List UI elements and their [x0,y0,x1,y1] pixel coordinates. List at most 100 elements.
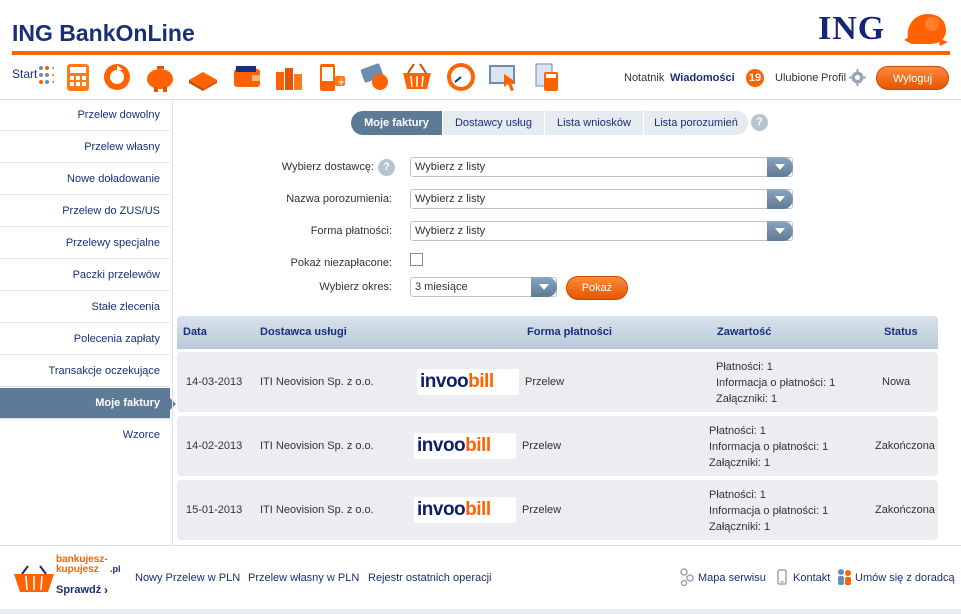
mobile-recharge-icon[interactable]: + [314,60,348,94]
footer-link-new-transfer[interactable]: Nowy Przelew w PLN [135,572,240,584]
sidebar-item-przelewy-specjalne[interactable]: Przelewy specjalne [0,228,170,259]
promo-domain: .pl [110,564,121,574]
row-content: Płatności: 1 Informacja o płatności: 1 Z… [709,487,828,535]
logo-part-invoo: invoo [417,435,466,456]
sidebar-item-transakcje-oczekujace[interactable]: Transakcje oczekujące [0,356,170,387]
book-icon[interactable] [186,60,220,94]
sidebar-item-wzorce[interactable]: Wzorce [0,420,170,451]
ing-logo[interactable]: ING [818,10,885,48]
row-provider: ITI Neovision Sp. z o.o. [260,440,374,452]
promo-line-2: kupujesz [56,564,99,575]
sidebar-item-moje-faktury[interactable]: Moje faktury [0,388,176,419]
column-header-status[interactable]: Status [884,326,918,338]
shopping-basket-icon[interactable] [400,60,434,94]
row-payments-count: Płatności: 1 [709,425,766,437]
column-header-provider[interactable]: Dostawca usługi [260,326,347,338]
messages-count-badge[interactable]: 19 [746,69,764,87]
sidebar-item-przelew-zus-us[interactable]: Przelew do ZUS/US [0,196,170,227]
provider-label: Wybierz dostawcę: [281,161,374,173]
coins-icon[interactable] [272,60,306,94]
agreement-select-value: Wybierz z listy [415,193,486,205]
piggy-bank-icon[interactable] [143,60,177,94]
period-select[interactable]: 3 miesiące [410,277,557,297]
globe-refresh-icon[interactable] [100,60,134,94]
bottom-edge [0,609,961,614]
footer-link-advisor[interactable]: Umów się z doradcą [855,572,955,584]
row-attachments-count: Załączniki: 1 [709,457,771,469]
row-content: Płatności: 1 Informacja o płatności: 1 Z… [716,359,835,407]
messages-link[interactable]: Wiadomości [670,72,735,84]
sidebar: Przelew dowolny Przelew własny Nowe doła… [0,100,176,540]
chevron-right-icon: › [104,583,108,597]
logout-button[interactable]: Wyloguj [876,66,949,90]
logo-part-bill: bill [465,435,491,456]
agreement-label: Nazwa porozumienia: [286,193,392,205]
chevron-down-icon[interactable] [767,221,793,241]
start-link[interactable]: Start [12,67,37,81]
calculator-icon[interactable] [60,60,94,94]
row-provider: ITI Neovision Sp. z o.o. [260,504,374,516]
table-row[interactable]: 15-01-2013 ITI Neovision Sp. z o.o. invo… [177,480,938,540]
svg-text:+: + [337,77,345,88]
chevron-down-icon[interactable] [767,157,793,177]
logo-part-invoo: invoo [420,371,469,392]
start-grid-icon[interactable] [38,64,54,86]
chevron-down-icon[interactable] [767,189,793,209]
row-payment-info-count: Informacja o płatności: 1 [716,377,836,389]
tab-lista-porozumien[interactable]: Lista porozumień [644,111,748,135]
sidebar-item-polecenia-zaplaty[interactable]: Polecenia zapłaty [0,324,170,355]
payment-form-select[interactable]: Wybierz z listy [410,221,793,241]
footer-link-sitemap[interactable]: Mapa serwisu [698,572,766,584]
column-header-payment-form[interactable]: Forma płatności [527,326,612,338]
sidebar-item-nowe-doladowanie[interactable]: Nowe doładowanie [0,164,170,195]
unpaid-label: Pokaż niezapłacone: [290,257,392,269]
documents-calculator-icon[interactable] [530,60,564,94]
agreement-select[interactable]: Wybierz z listy [410,189,793,209]
promo-check-link[interactable]: Sprawdź [56,584,101,596]
column-header-content[interactable]: Zawartość [717,326,771,338]
profile-link[interactable]: Profil [821,72,846,84]
sidebar-item-paczki-przelewow[interactable]: Paczki przelewów [0,260,170,291]
shopping-basket-icon [14,565,54,592]
phone-icon[interactable] [777,569,787,585]
provider-select[interactable]: Wybierz z listy [410,157,793,177]
sidebar-item-stale-zlecenia[interactable]: Stałe zlecenia [0,292,170,323]
column-header-date[interactable]: Data [183,326,207,338]
advisor-icon[interactable] [836,568,853,586]
active-pointer-icon [170,398,176,410]
tabs-help-icon[interactable]: ? [751,114,768,131]
gear-icon[interactable] [849,69,866,86]
gauge-icon[interactable] [444,60,478,94]
row-date: 14-03-2013 [186,376,243,388]
tab-lista-wnioskow[interactable]: Lista wniosków [545,111,643,135]
table-row[interactable]: 14-02-2013 ITI Neovision Sp. z o.o. invo… [177,416,938,476]
insurance-card-icon[interactable] [358,60,392,94]
provider-help-icon[interactable]: ? [378,159,395,176]
sidebar-item-przelew-wlasny[interactable]: Przelew własny [0,132,170,163]
cursor-screen-icon[interactable] [486,60,520,94]
payment-form-label: Forma płatności: [310,225,392,237]
notepad-link[interactable]: Notatnik [624,72,664,84]
payment-form-select-value: Wybierz z listy [415,225,486,237]
footer-link-contact[interactable]: Kontakt [793,572,830,584]
tab-moje-faktury[interactable]: Moje faktury [351,111,442,135]
favorites-link[interactable]: Ulubione [775,72,818,84]
row-attachments-count: Załączniki: 1 [716,393,778,405]
row-content: Płatności: 1 Informacja o płatności: 1 Z… [709,423,828,471]
chevron-down-icon[interactable] [531,277,557,297]
footer-link-own-transfer[interactable]: Przelew własny w PLN [248,572,359,584]
footer-link-operations-log[interactable]: Rejestr ostatnich operacji [368,572,492,584]
unpaid-checkbox[interactable] [410,253,423,266]
sidebar-item-przelew-dowolny[interactable]: Przelew dowolny [0,100,170,131]
app-title: ING BankOnLine [12,20,195,46]
table-header: Data Dostawca usługi Forma płatności Zaw… [177,316,938,349]
show-button[interactable]: Pokaż [566,276,628,300]
promo-banner[interactable]: bankujesz- kupujesz .pl Sprawdź › [12,554,124,600]
table-row[interactable]: 14-03-2013 ITI Neovision Sp. z o.o. invo… [177,352,938,412]
sidebar-item-label: Moje faktury [95,397,160,409]
row-payment-form: Przelew [522,440,562,452]
tab-dostawcy-uslug[interactable]: Dostawcy usług [443,111,544,135]
wallet-icon[interactable] [230,60,264,94]
sitemap-icon[interactable] [680,568,694,586]
toolbar: Start + Notatnik Wiadomości 19 Ulubione … [0,58,961,98]
